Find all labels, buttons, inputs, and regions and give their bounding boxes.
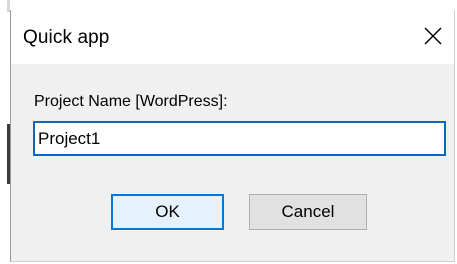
- close-icon: [424, 27, 442, 45]
- dialog-title: Quick app: [23, 27, 110, 48]
- dialog-titlebar[interactable]: Quick app: [11, 10, 454, 64]
- close-button[interactable]: [414, 16, 452, 56]
- quick-app-dialog: Quick app Project Name [WordPress]: OK C…: [10, 10, 455, 262]
- ok-button[interactable]: OK: [111, 194, 224, 230]
- project-name-label: Project Name [WordPress]:: [34, 93, 228, 110]
- cancel-button[interactable]: Cancel: [249, 194, 367, 230]
- project-name-input[interactable]: [33, 121, 446, 156]
